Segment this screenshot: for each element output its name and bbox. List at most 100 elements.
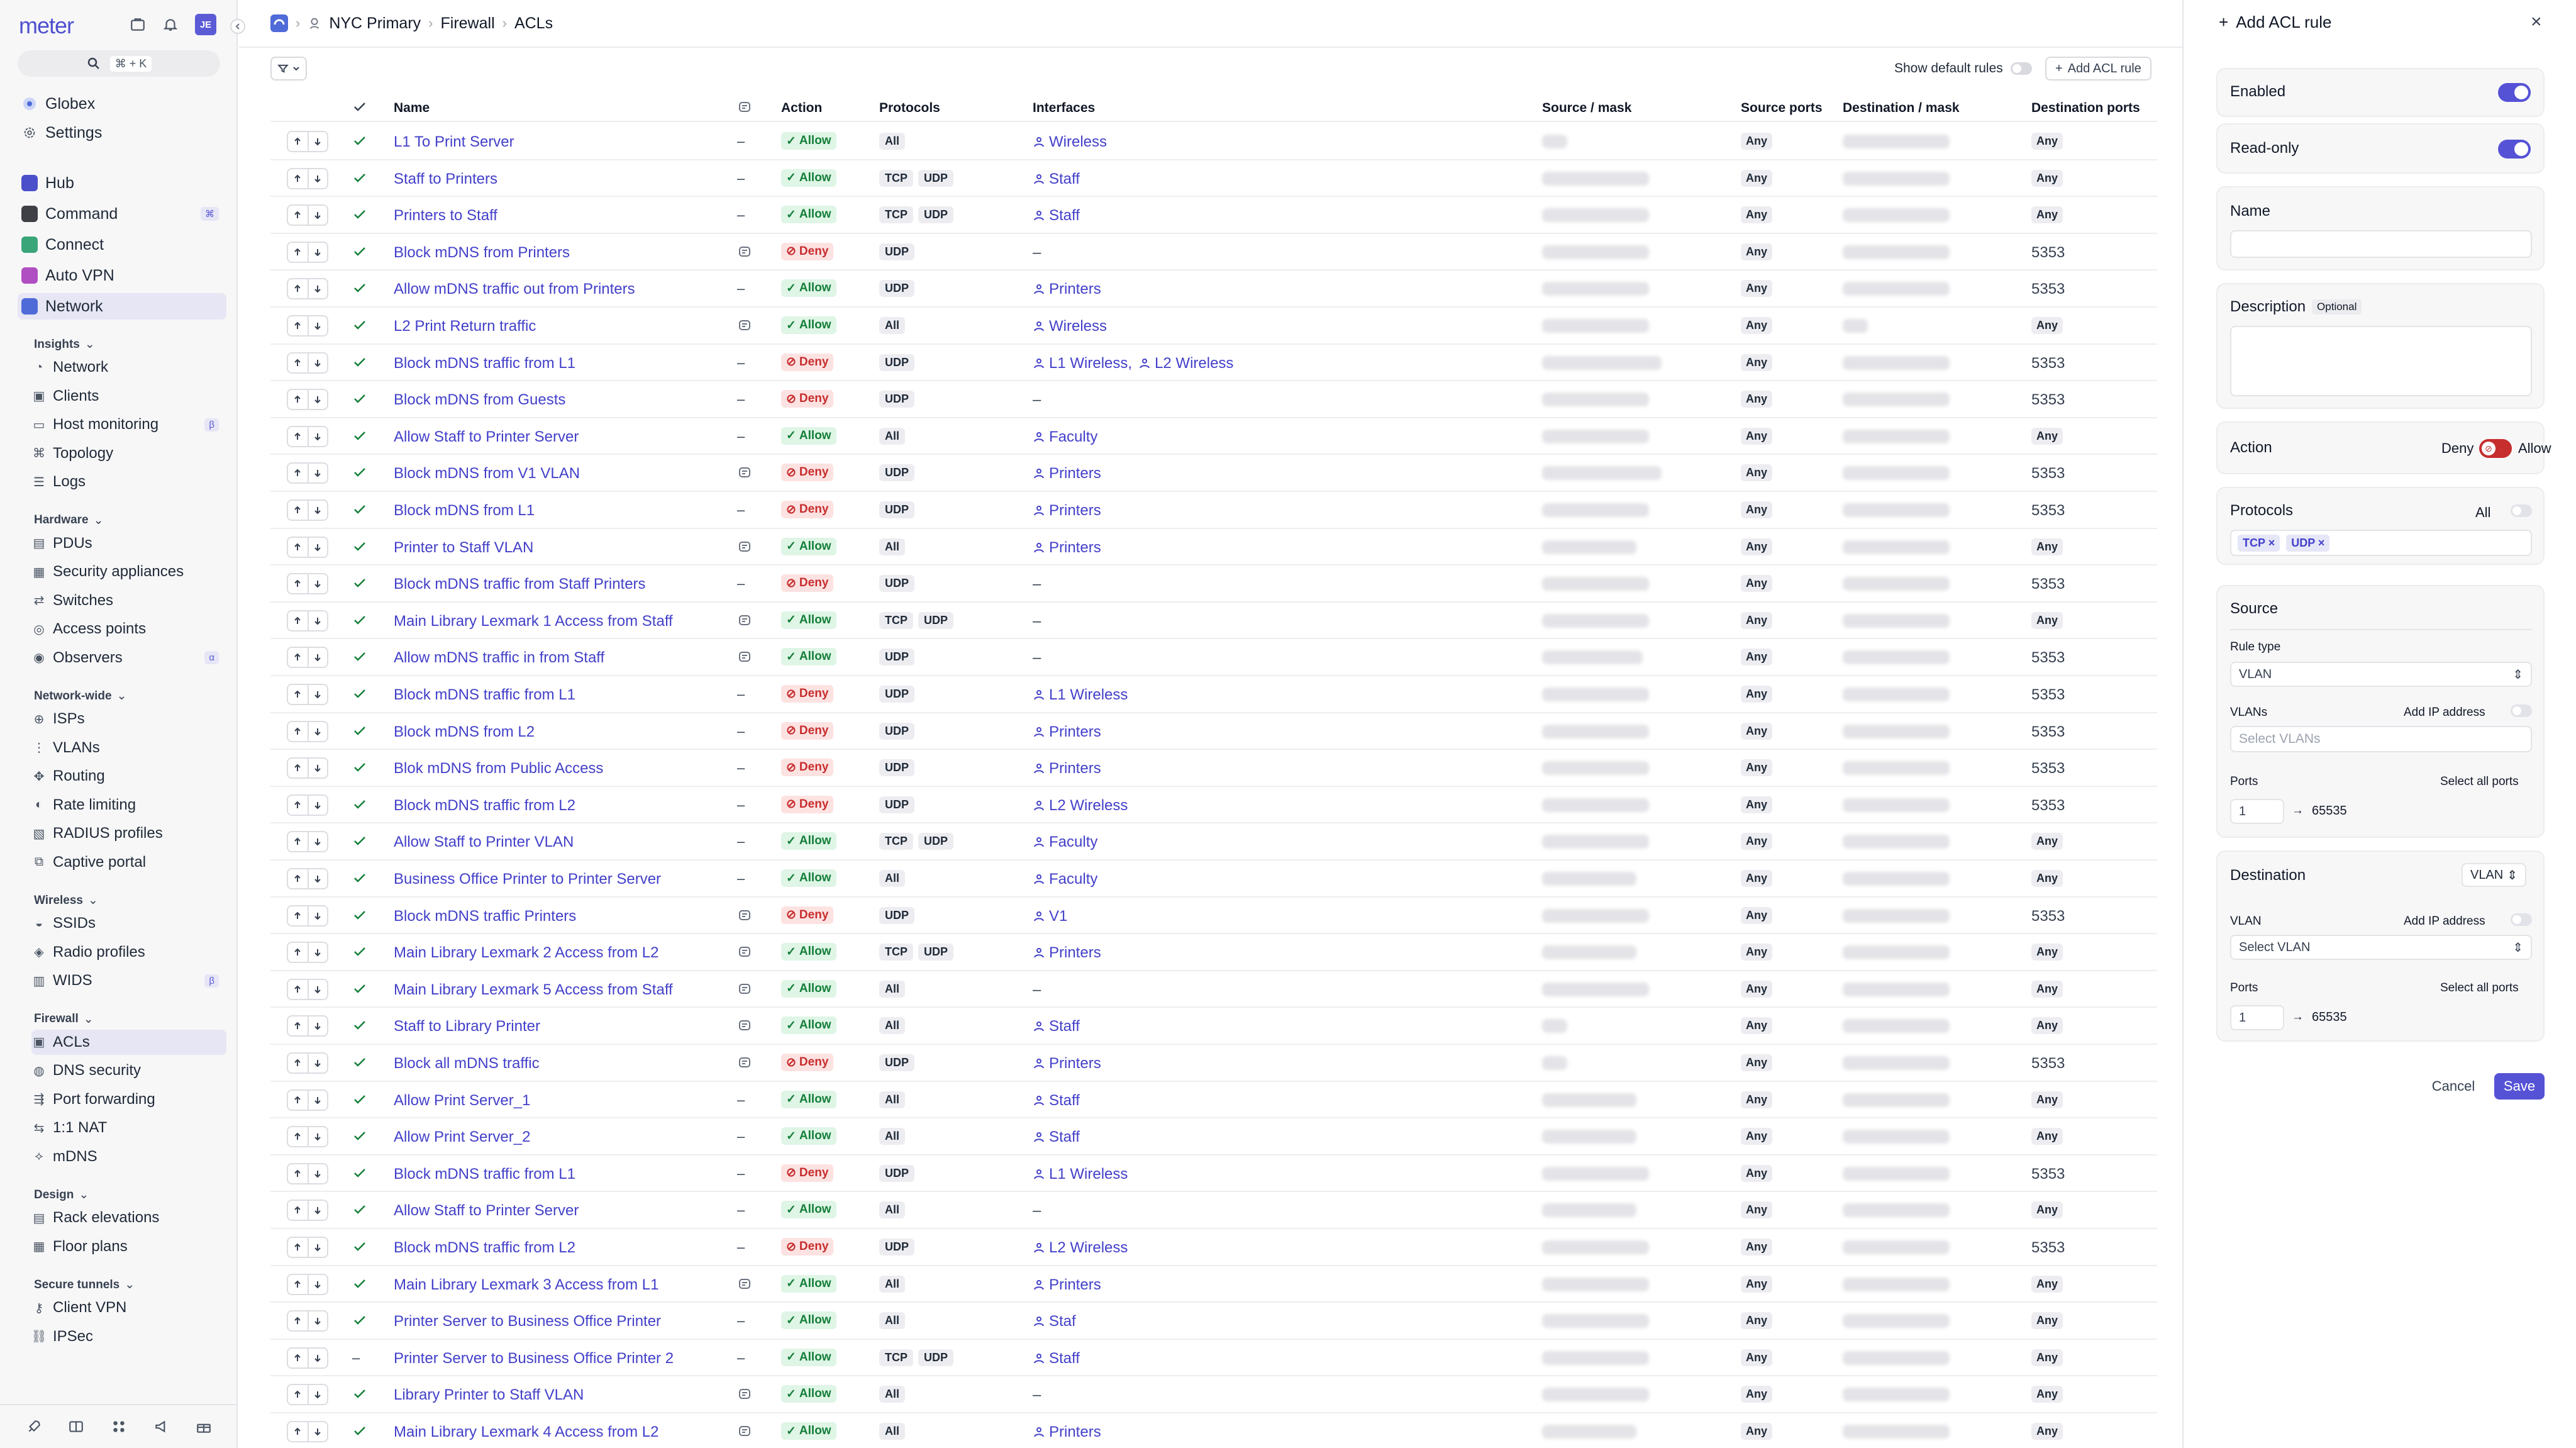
- move-down-button[interactable]: [307, 353, 327, 372]
- rule-name-link[interactable]: Printer Server to Business Office Printe…: [394, 1350, 674, 1367]
- enabled-check-icon[interactable]: [352, 723, 367, 738]
- enabled-check-icon[interactable]: [352, 944, 367, 959]
- enabled-check-icon[interactable]: [352, 1276, 367, 1291]
- table-row[interactable]: Allow mDNS traffic in from Staff ✓ Allow UD…: [270, 639, 2157, 676]
- move-down-button[interactable]: [307, 906, 327, 925]
- megaphone-icon[interactable]: [153, 1418, 170, 1435]
- breadcrumb-section[interactable]: Firewall: [441, 14, 495, 33]
- move-down-button[interactable]: [307, 832, 327, 852]
- rule-name-link[interactable]: Printer to Staff VLAN: [394, 539, 533, 557]
- interface-link[interactable]: Staff: [1033, 207, 1080, 225]
- enabled-check-icon[interactable]: [352, 428, 367, 443]
- col-interfaces[interactable]: Interfaces: [1033, 101, 1095, 116]
- cancel-button[interactable]: Cancel: [2424, 1073, 2483, 1100]
- sidebar-item-isps[interactable]: ⊕ ISPs: [31, 706, 226, 732]
- table-row[interactable]: Main Library Lexmark 2 Access from L2 ✓ Al…: [270, 934, 2157, 971]
- protocols-input[interactable]: TCP × UDP ×: [2230, 530, 2532, 556]
- sidebar-item-clients[interactable]: ▣ Clients: [31, 384, 226, 409]
- sidebar-item-network[interactable]: Network: [18, 293, 226, 320]
- enabled-check-icon[interactable]: [352, 613, 367, 628]
- dest-port-from-input[interactable]: 1: [2230, 1005, 2284, 1030]
- interface-link[interactable]: L2 Wireless: [1138, 355, 1233, 372]
- table-row[interactable]: Block mDNS traffic from L1 – ⊘ Deny UDP L1 Wi…: [270, 345, 2157, 382]
- sidebar-item-routing[interactable]: ✥ Routing: [31, 764, 226, 789]
- filter-button[interactable]: [270, 57, 307, 81]
- table-row[interactable]: Main Library Lexmark 5 Access from Staff…: [270, 971, 2157, 1008]
- sidebar-item-network[interactable]: ◔ Network: [31, 355, 226, 380]
- description-textarea[interactable]: [2230, 326, 2532, 396]
- sidebar-item-captive-portal[interactable]: ⧉ Captive portal: [31, 850, 226, 875]
- move-up-button[interactable]: [288, 832, 308, 851]
- port-to-value[interactable]: 65535: [2312, 804, 2347, 818]
- rule-name-link[interactable]: Library Printer to Staff VLAN: [394, 1386, 584, 1404]
- move-up-button[interactable]: [288, 316, 308, 335]
- enabled-check-icon[interactable]: [352, 281, 367, 296]
- sidebar-item-hub[interactable]: Hub: [18, 170, 226, 196]
- sidebar-item-connect[interactable]: Connect: [18, 231, 226, 258]
- dest-add-ip-toggle[interactable]: [2511, 913, 2532, 926]
- enabled-check-icon[interactable]: [352, 465, 367, 480]
- table-row[interactable]: Allow Print Server_1 – ✓ Allow All Staff Any An…: [270, 1082, 2157, 1119]
- interface-link[interactable]: Printers: [1033, 723, 1101, 741]
- move-up-button[interactable]: [288, 1385, 308, 1404]
- move-up-button[interactable]: [288, 1422, 308, 1441]
- col-destination[interactable]: Destination / mask: [1843, 101, 1960, 116]
- sidebar-item-pdus[interactable]: ▤ PDUs: [31, 531, 226, 556]
- interface-link[interactable]: Staff: [1033, 1092, 1080, 1110]
- table-row[interactable]: Allow Staff to Printer Server – ✓ Allow All F…: [270, 418, 2157, 455]
- section-heading[interactable]: Wireless ⌄: [34, 893, 98, 908]
- enabled-check-icon[interactable]: [352, 1055, 367, 1070]
- interface-link[interactable]: Wireless: [1033, 318, 1107, 335]
- vlans-select[interactable]: Select VLANs: [2230, 726, 2532, 752]
- interface-link[interactable]: L2 Wireless: [1033, 797, 1128, 815]
- rule-name-link[interactable]: Block all mDNS traffic: [394, 1055, 540, 1072]
- rule-name-link[interactable]: Printers to Staff: [394, 207, 497, 225]
- sidebar-item-port-forwarding[interactable]: ⇶ Port forwarding: [31, 1087, 226, 1112]
- move-down-button[interactable]: [307, 759, 327, 778]
- interface-link[interactable]: Printers: [1033, 539, 1101, 557]
- move-up-button[interactable]: [288, 464, 308, 482]
- rule-name-link[interactable]: Allow Staff to Printer VLAN: [394, 833, 574, 851]
- move-up-button[interactable]: [288, 611, 308, 630]
- interface-link[interactable]: Staff: [1033, 1350, 1080, 1367]
- table-row[interactable]: L2 Print Return traffic ✓ Allow All Wireless…: [270, 308, 2157, 345]
- sidebar-item-security-appliances[interactable]: ▦ Security appliances: [31, 559, 226, 584]
- table-row[interactable]: Block mDNS traffic from Staff Printers – ⊘…: [270, 565, 2157, 603]
- enabled-check-icon[interactable]: [352, 871, 367, 886]
- move-up-button[interactable]: [288, 1349, 308, 1367]
- enabled-check-icon[interactable]: [352, 1313, 367, 1328]
- table-row[interactable]: Main Library Lexmark 1 Access from Staff…: [270, 603, 2157, 640]
- rule-name-link[interactable]: Block mDNS traffic from L1: [394, 355, 575, 372]
- table-row[interactable]: Allow Staff to Printer VLAN – ✓ Allow TCP UDP…: [270, 823, 2157, 860]
- sidebar-item-wids[interactable]: ▥ WIDS β: [31, 968, 226, 993]
- read-only-toggle[interactable]: [2498, 140, 2531, 159]
- interface-link[interactable]: L1 Wireless,: [1033, 355, 1132, 372]
- move-up-button[interactable]: [288, 169, 308, 188]
- table-row[interactable]: Staff to Library Printer ✓ Allow All Staff An…: [270, 1008, 2157, 1045]
- rule-name-link[interactable]: Staff to Library Printer: [394, 1018, 540, 1035]
- rule-name-link[interactable]: Blok mDNS from Public Access: [394, 760, 603, 777]
- enabled-check-icon[interactable]: [352, 686, 367, 701]
- org-switcher[interactable]: Globex: [18, 91, 226, 117]
- move-down-button[interactable]: [307, 206, 327, 225]
- enabled-check-icon[interactable]: [352, 318, 367, 333]
- rule-name-link[interactable]: Block mDNS traffic Printers: [394, 908, 576, 925]
- move-up-button[interactable]: [288, 390, 308, 409]
- move-up-button[interactable]: [288, 574, 308, 593]
- move-up-button[interactable]: [288, 501, 308, 520]
- table-row[interactable]: Block mDNS traffic Printers ⊘ Deny UDP V1 Any…: [270, 898, 2157, 935]
- move-down-button[interactable]: [307, 169, 327, 188]
- move-down-button[interactable]: [307, 943, 327, 962]
- col-source[interactable]: Source / mask: [1542, 101, 1631, 116]
- move-down-button[interactable]: [307, 574, 327, 594]
- move-down-button[interactable]: [307, 611, 327, 630]
- rule-name-link[interactable]: Main Library Lexmark 3 Access from L1: [394, 1276, 659, 1294]
- enabled-check-icon[interactable]: [352, 1128, 367, 1144]
- sidebar-item-logs[interactable]: ☰ Logs: [31, 469, 226, 494]
- move-up-button[interactable]: [288, 206, 308, 225]
- table-row[interactable]: Main Library Lexmark 3 Access from L1 ✓ Al…: [270, 1266, 2157, 1303]
- add-ip-toggle[interactable]: [2511, 705, 2532, 717]
- table-row[interactable]: Allow mDNS traffic out from Printers – ✓ Al…: [270, 270, 2157, 308]
- interface-link[interactable]: Faculty: [1033, 833, 1097, 851]
- table-row[interactable]: Block all mDNS traffic ⊘ Deny UDP Printers An…: [270, 1045, 2157, 1082]
